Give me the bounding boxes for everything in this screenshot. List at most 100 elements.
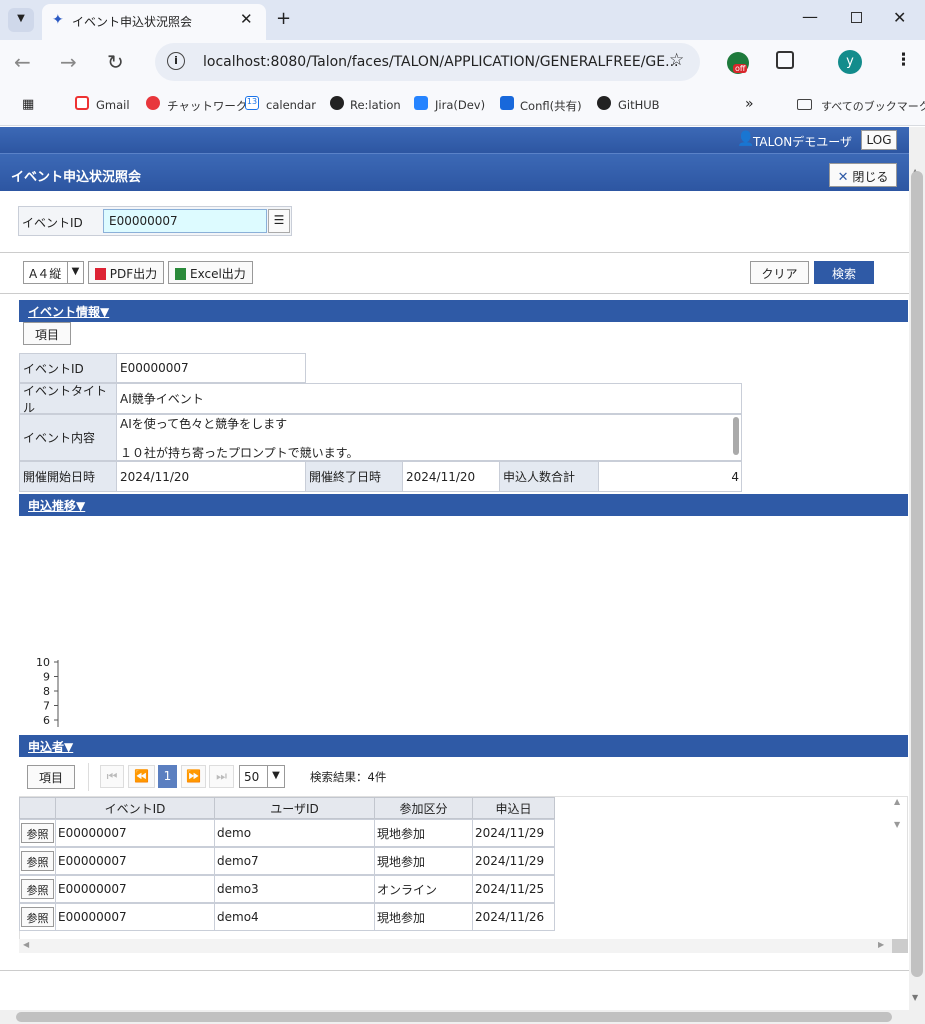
y-tick-label: 9 bbox=[43, 671, 50, 684]
footer-divider bbox=[0, 970, 909, 971]
bookmark-star-icon[interactable]: ☆ bbox=[669, 50, 684, 70]
applicants-section-header[interactable]: 申込者▼ bbox=[19, 735, 908, 757]
start-date-value: 2024/11/20 bbox=[116, 461, 306, 492]
applicants-items-button[interactable]: 項目 bbox=[27, 765, 75, 789]
event-id-lookup-icon[interactable]: ☰ bbox=[268, 209, 290, 233]
view-button[interactable]: 参照 bbox=[21, 823, 54, 843]
close-x-icon: ✕ bbox=[837, 170, 849, 185]
paper-size-select[interactable]: A４縦 ▼ bbox=[23, 261, 84, 284]
current-page[interactable]: 1 bbox=[158, 765, 177, 788]
profile-avatar[interactable]: y bbox=[838, 50, 862, 74]
pdf-icon bbox=[94, 268, 106, 280]
all-bookmarks[interactable]: すべてのブックマーク bbox=[821, 98, 925, 114]
pdf-export-label: PDF出力 bbox=[109, 267, 158, 281]
more-bookmarks-icon[interactable]: » bbox=[745, 96, 754, 112]
site-info-icon[interactable]: i bbox=[167, 52, 185, 70]
back-icon[interactable]: ← bbox=[14, 50, 31, 74]
event-info-items-button[interactable]: 項目 bbox=[23, 322, 71, 345]
bookmark-folder-icon bbox=[797, 99, 812, 110]
page-size-value: 50 bbox=[244, 770, 260, 784]
cell-user-id: demo4 bbox=[214, 903, 375, 931]
relation-icon bbox=[330, 96, 344, 110]
next-page-icon[interactable]: ⏩ bbox=[181, 765, 206, 788]
view-button[interactable]: 参照 bbox=[21, 907, 54, 927]
view-button[interactable]: 参照 bbox=[21, 851, 54, 871]
bookmark-gmail[interactable]: Gmail bbox=[96, 98, 130, 112]
cell-user-id: demo bbox=[214, 819, 375, 847]
start-date-label: 開催開始日時 bbox=[19, 461, 117, 492]
excel-export-button[interactable]: Excel出力 bbox=[168, 261, 253, 284]
clear-button[interactable]: クリア bbox=[750, 261, 809, 284]
event-content-line-1: AIを使って色々と競争をします bbox=[120, 417, 288, 431]
scroll-left-icon[interactable]: ◀ bbox=[23, 940, 29, 949]
tab-search-button[interactable]: ▼ bbox=[8, 8, 34, 32]
search-button[interactable]: 検索 bbox=[814, 261, 874, 284]
last-page-icon[interactable]: ⏭ bbox=[209, 765, 234, 788]
y-tick-label: 10 bbox=[36, 656, 50, 669]
column-header-date[interactable]: 申込日 bbox=[472, 797, 555, 819]
log-button[interactable]: LOG bbox=[861, 130, 897, 150]
event-content-value[interactable]: AIを使って色々と競争をします １０社が持ち寄ったプロンプトで競います。 bbox=[116, 414, 742, 461]
table-header-blank bbox=[19, 797, 56, 819]
table-hscroll-thumb[interactable] bbox=[892, 939, 908, 953]
prev-page-icon[interactable]: ⏪ bbox=[128, 765, 155, 788]
browser-menu-icon[interactable]: ⋮ bbox=[895, 50, 912, 70]
table-scroll-up-icon[interactable]: ▲ bbox=[894, 797, 900, 806]
first-page-icon[interactable]: ⏮ bbox=[100, 765, 124, 788]
bookmark-calendar[interactable]: calendar bbox=[266, 98, 316, 112]
content-scrollbar[interactable] bbox=[733, 417, 739, 455]
browser-tab[interactable]: ✦ イベント申込状況照会 ✕ bbox=[42, 4, 266, 40]
bookmark-github[interactable]: GitHUB bbox=[618, 98, 660, 112]
cell-type: オンライン bbox=[374, 875, 473, 903]
new-tab-icon[interactable]: + bbox=[276, 8, 291, 29]
reload-icon[interactable]: ↻ bbox=[107, 50, 124, 74]
event-info-section-header[interactable]: イベント情報▼ bbox=[19, 300, 908, 322]
trend-section-header[interactable]: 申込推移▼ bbox=[19, 494, 908, 516]
chevron-down-icon: ▼ bbox=[267, 766, 284, 787]
excel-export-label: Excel出力 bbox=[190, 267, 246, 281]
divider bbox=[0, 252, 909, 253]
result-count: 検索結果：4件 bbox=[310, 770, 387, 784]
table-hscrollbar[interactable]: ◀ ▶ bbox=[19, 939, 908, 953]
page-scroll-down-icon[interactable]: ▼ bbox=[912, 993, 918, 1002]
bookmark-chatwork[interactable]: チャットワーク bbox=[167, 98, 247, 114]
apps-grid-icon[interactable]: ▦ bbox=[22, 97, 34, 112]
url-text: localhost:8080/Talon/faces/TALON/APPLICA… bbox=[203, 54, 679, 70]
chatwork-icon bbox=[146, 96, 160, 110]
confluence-icon bbox=[500, 96, 514, 110]
divider bbox=[0, 293, 909, 294]
cell-date: 2024/11/29 bbox=[472, 819, 555, 847]
view-button[interactable]: 参照 bbox=[21, 879, 54, 899]
event-id-value: E00000007 bbox=[116, 353, 306, 383]
bookmark-confluence[interactable]: Confl(共有) bbox=[520, 98, 582, 114]
page-hscroll-thumb[interactable] bbox=[16, 1012, 892, 1022]
event-id-search-input[interactable]: E00000007 bbox=[103, 209, 267, 233]
column-header-event-id[interactable]: イベントID bbox=[55, 797, 215, 819]
bookmark-relation[interactable]: Re:lation bbox=[350, 98, 401, 112]
total-applicants-value: 4 bbox=[598, 461, 742, 492]
bookmark-jira[interactable]: Jira(Dev) bbox=[435, 98, 485, 112]
cell-date: 2024/11/29 bbox=[472, 847, 555, 875]
extensions-puzzle-icon[interactable] bbox=[776, 51, 794, 69]
address-bar[interactable]: i localhost:8080/Talon/faces/TALON/APPLI… bbox=[155, 43, 700, 81]
extension-off-icon[interactable]: off bbox=[727, 52, 749, 74]
event-content-label: イベント内容 bbox=[19, 414, 117, 461]
pdf-export-button[interactable]: PDF出力 bbox=[88, 261, 164, 284]
tab-close-icon[interactable]: ✕ bbox=[240, 10, 253, 28]
column-header-type[interactable]: 参加区分 bbox=[374, 797, 473, 819]
page-vscroll-thumb[interactable] bbox=[911, 171, 923, 977]
column-header-user-id[interactable]: ユーザID bbox=[214, 797, 375, 819]
table-scroll-down-icon[interactable]: ▼ bbox=[894, 820, 900, 829]
page-title: イベント申込状況照会 bbox=[11, 170, 142, 185]
close-button[interactable]: ✕ 閉じる bbox=[829, 163, 897, 187]
forward-icon[interactable]: → bbox=[60, 50, 77, 74]
scroll-right-icon[interactable]: ▶ bbox=[878, 940, 884, 949]
paper-size-value: A４縦 bbox=[29, 267, 62, 281]
window-close-icon[interactable]: ✕ bbox=[893, 8, 906, 27]
total-applicants-number: 4 bbox=[731, 469, 739, 484]
page-size-select[interactable]: 50 ▼ bbox=[239, 765, 285, 788]
cell-type: 現地参加 bbox=[374, 819, 473, 847]
maximize-icon[interactable] bbox=[851, 12, 862, 23]
minimize-icon[interactable]: — bbox=[802, 7, 818, 26]
trend-chart: 123456789102024/11/252024/11/262024/11/2… bbox=[36, 656, 59, 727]
